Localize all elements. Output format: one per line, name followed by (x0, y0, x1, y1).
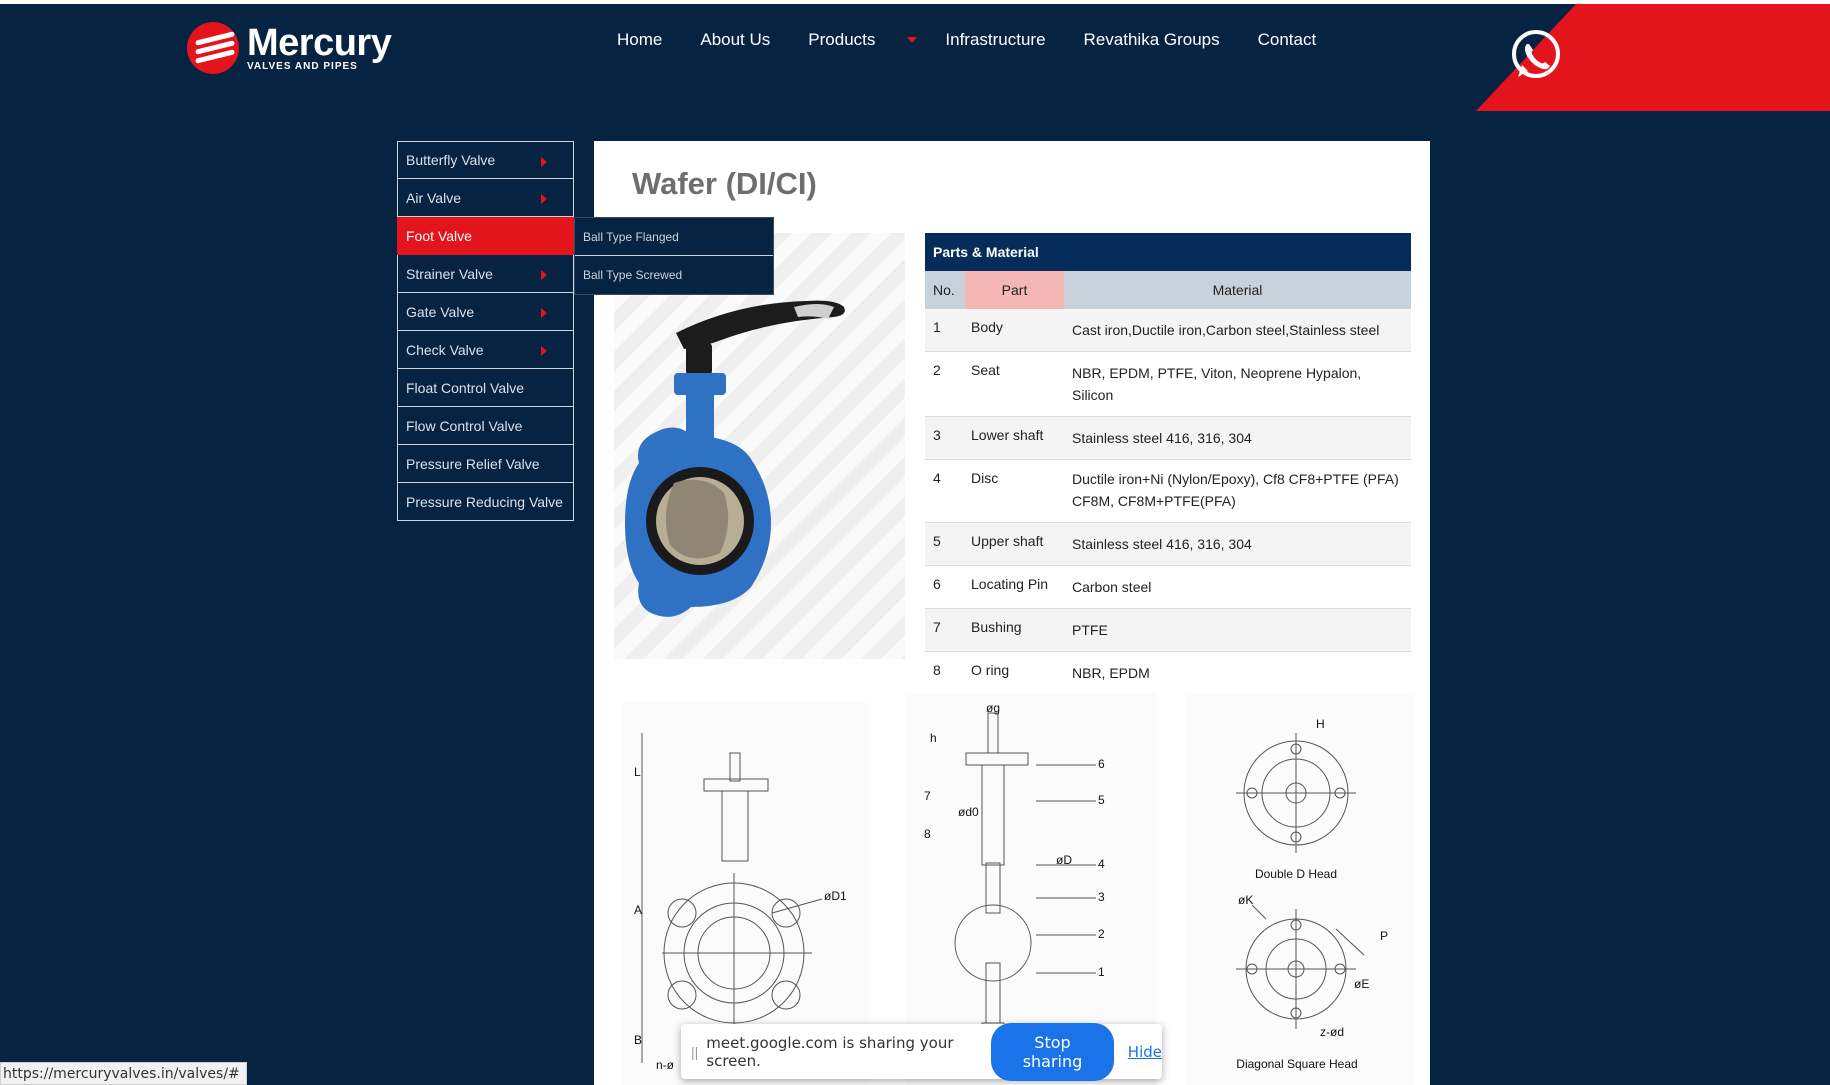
chevron-right-icon (541, 270, 547, 280)
stop-sharing-button[interactable]: Stop sharing (991, 1022, 1114, 1081)
butterfly-valve-image (625, 300, 845, 617)
col-material: Material (1064, 271, 1411, 309)
logo-name: Mercury (247, 21, 392, 64)
submenu-ball-type-screwed[interactable]: Ball Type Screwed (575, 256, 773, 294)
screen-share-bar: || meet.google.com is sharing your scree… (681, 1022, 1162, 1081)
chevron-right-icon (541, 194, 547, 204)
double-d-head-caption: Double D Head (1254, 867, 1338, 881)
table-row: 4 Disc Ductile iron+Ni (Nylon/Epoxy), Cf8 … (925, 460, 1411, 523)
menu-float-control-valve[interactable]: Float Control Valve (397, 369, 574, 407)
nav-revathika-groups[interactable]: Revathika Groups (1084, 30, 1220, 50)
menu-check-valve[interactable]: Check Valve (397, 331, 574, 369)
logo[interactable]: Mercury VALVES AND PIPES (187, 21, 392, 74)
chevron-right-icon (541, 346, 547, 356)
nav-products[interactable]: Products (808, 30, 875, 50)
products-dropdown-caret-icon[interactable] (907, 37, 918, 43)
parts-table-body: 1 Body Cast iron,Ductile iron,Carbon steel… (925, 309, 1411, 694)
nav-infrastructure[interactable]: Infrastructure (945, 30, 1045, 50)
menu-flow-control-valve[interactable]: Flow Control Valve (397, 407, 574, 445)
table-row: 1 Body Cast iron,Ductile iron,Carbon steel… (925, 309, 1411, 352)
whatsapp-icon[interactable] (1508, 27, 1564, 83)
menu-pressure-reducing-valve[interactable]: Pressure Reducing Valve (397, 483, 574, 521)
menu-strainer-valve[interactable]: Strainer Valve (397, 255, 574, 293)
drag-handle-icon[interactable]: || (691, 1044, 698, 1060)
menu-pressure-relief-valve[interactable]: Pressure Relief Valve (397, 445, 574, 483)
chevron-right-icon (541, 157, 547, 167)
nav-contact[interactable]: Contact (1258, 30, 1317, 50)
valve-category-menu: Butterfly Valve Air Valve Foot Valve Str… (397, 141, 574, 521)
table-row: 6 Locating Pin Carbon steel (925, 566, 1411, 609)
menu-butterfly-valve[interactable]: Butterfly Valve (397, 141, 574, 179)
table-row: 2 Seat NBR, EPDM, PTFE, Viton, Neoprene Hy… (925, 352, 1411, 417)
menu-air-valve[interactable]: Air Valve (397, 179, 574, 217)
menu-foot-valve[interactable]: Foot Valve (397, 217, 574, 255)
table-row: 3 Lower shaft Stainless steel 416, 316, 30… (925, 417, 1411, 460)
parts-table-title: Parts & Material (925, 233, 1411, 271)
col-part: Part (965, 271, 1064, 309)
foot-valve-submenu: Ball Type Flanged Ball Type Screwed (574, 217, 774, 295)
parts-material-table: Parts & Material No. Part Material 1 Body… (925, 233, 1411, 694)
main-nav: Home About Us Products Infrastructure Re… (617, 30, 1354, 50)
top-strip (0, 0, 1830, 4)
nav-home[interactable]: Home (617, 30, 662, 50)
table-row: 7 Bushing PTFE (925, 609, 1411, 652)
parts-table-header: No. Part Material (925, 271, 1411, 309)
table-row: 8O ring NBR, EPDM (933, 662, 1150, 681)
share-status-text: meet.google.com is sharing your screen. (706, 1033, 954, 1070)
diagonal-square-head-caption: Diagonal Square Head (1236, 1057, 1358, 1071)
col-no: No. (925, 271, 965, 309)
page-title: Wafer (DI/CI) (632, 166, 817, 201)
dimension-drawing-heads: H øK P øE z-ød Double D Head Diagonal Sq… (1186, 693, 1414, 1085)
submenu-ball-type-flanged[interactable]: Ball Type Flanged (575, 218, 773, 256)
nav-about-us[interactable]: About Us (700, 30, 770, 50)
hide-link[interactable]: Hide (1128, 1043, 1162, 1061)
table-row: 5 Upper shaft Stainless steel 416, 316, 30… (925, 523, 1411, 566)
mercury-logo-icon (187, 22, 239, 74)
status-bar-url: https://mercuryvalves.in/valves/# (0, 1062, 247, 1085)
chevron-right-icon (541, 308, 547, 318)
product-image (614, 233, 905, 659)
menu-gate-valve[interactable]: Gate Valve (397, 293, 574, 331)
